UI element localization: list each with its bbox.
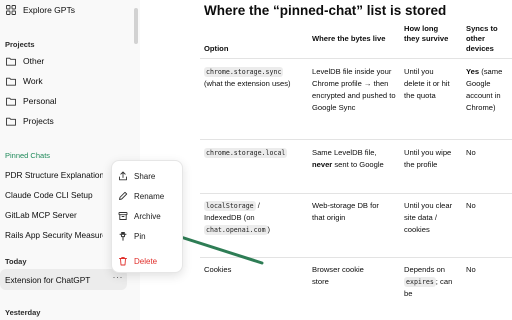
inline-code: chrome.storage.local [204, 148, 288, 158]
inline-code: expires [404, 277, 436, 287]
projects-heading: Projects [5, 40, 35, 49]
folder-icon [6, 116, 16, 126]
table-cell-where: Browser cookie store [312, 265, 364, 286]
cell-text: (what the extension uses) [204, 79, 291, 88]
table-cell-how-long: Until you wipe the profile [404, 148, 452, 169]
table-cell-where: Web-storage DB for that origin [312, 201, 379, 222]
sidebar-item-explore-gpts[interactable]: Explore GPTs [0, 0, 140, 20]
sidebar-item-label: Personal [23, 96, 57, 106]
inline-code: chrome.storage.sync [204, 67, 284, 77]
folder-icon [6, 76, 16, 86]
trash-icon [118, 256, 128, 266]
chat-context-menu: Share Rename Archive Pin Delete [111, 160, 183, 273]
pencil-icon [118, 191, 128, 201]
inline-code: chat.openai.com [204, 225, 268, 235]
table-divider [200, 139, 512, 140]
share-icon [118, 171, 128, 181]
pinned-chat-item[interactable]: PDR Structure Explanation [5, 170, 103, 180]
table-cell-syncs: No [466, 148, 476, 157]
menu-item-delete[interactable]: Delete [118, 254, 157, 268]
sidebar-item-label: Work [23, 76, 43, 86]
yesterday-heading: Yesterday [5, 308, 41, 317]
table-divider [200, 58, 512, 59]
menu-item-label: Rename [134, 191, 165, 201]
pin-icon [118, 231, 128, 241]
today-heading: Today [5, 257, 27, 266]
archive-icon [118, 211, 128, 221]
sidebar-item-project-other[interactable]: Other [0, 51, 140, 71]
sidebar-item-label: Projects [23, 116, 54, 126]
chat-item-label: Extension for ChatGPT [5, 275, 91, 285]
menu-item-share[interactable]: Share [118, 169, 155, 183]
table-cell-option: Cookies [204, 265, 232, 274]
menu-item-pin[interactable]: Pin [118, 229, 146, 243]
folder-icon [6, 56, 16, 66]
menu-item-label: Pin [134, 231, 146, 241]
sidebar-item-label: Other [23, 56, 45, 66]
sidebar-item-project-projects[interactable]: Projects [0, 111, 140, 131]
sidebar-item-project-work[interactable]: Work [0, 71, 140, 91]
menu-item-rename[interactable]: Rename [118, 189, 164, 203]
column-header-option: Option [204, 44, 229, 53]
table-divider [200, 193, 512, 194]
column-header-syncs: Syncs to other devices [466, 24, 498, 53]
table-cell-how-long: Depends on expires; can be [404, 264, 454, 300]
table-cell-how-long: Until you delete it or hit the quota [404, 67, 450, 100]
scrollbar-thumb[interactable] [134, 8, 138, 44]
pinned-chat-item[interactable]: GitLab MCP Server [5, 210, 103, 220]
cell-bold: never [312, 160, 333, 169]
column-header-how-long: How long they survive [404, 24, 449, 43]
table-cell-how-long: Until you clear site data / cookies [404, 201, 453, 234]
menu-item-archive[interactable]: Archive [118, 209, 161, 223]
more-options-icon[interactable]: ··· [113, 272, 124, 282]
table-cell-option: chrome.storage.local [204, 147, 304, 159]
folder-icon [6, 96, 16, 106]
table-cell-option: chrome.storage.sync (what the extension … [204, 66, 294, 90]
table-cell-option: localStorage / IndexedDB (on chat.openai… [204, 200, 288, 236]
cell-text: Same LevelDB file, [312, 148, 377, 157]
pinned-chat-item[interactable]: Claude Code CLI Setup [5, 190, 103, 200]
chat-item-active[interactable]: Extension for ChatGPT ··· [0, 269, 127, 290]
cell-bold: Yes [466, 67, 480, 76]
sidebar-item-label: Explore GPTs [23, 5, 75, 15]
pinned-chats-heading: Pinned Chats [5, 151, 51, 160]
column-header-where: Where the bytes live [312, 34, 386, 43]
pinned-chat-item[interactable]: Rails App Security Measures [5, 230, 103, 240]
cell-text: sent to Google [332, 160, 384, 169]
cell-text: Depends on [404, 265, 445, 274]
cell-text: ; [435, 277, 438, 286]
table-cell-syncs: No [466, 201, 476, 210]
table-cell-syncs: No [466, 265, 476, 274]
sidebar-item-project-personal[interactable]: Personal [0, 91, 140, 111]
menu-item-label: Archive [134, 211, 161, 221]
table-cell-syncs: Yes (same Google account in Chrome) [466, 66, 512, 114]
table-cell-where: LevelDB file inside your Chrome profile … [312, 67, 396, 112]
table-divider [200, 257, 512, 258]
cell-text: ) [267, 225, 271, 234]
menu-item-label: Share [134, 171, 156, 181]
table-cell-where: Same LevelDB file, never sent to Google [312, 147, 394, 171]
menu-item-label: Delete [134, 256, 158, 266]
inline-code: localStorage [204, 201, 256, 211]
grid-icon [6, 5, 16, 15]
section-heading: Where the “pinned-chat” list is stored [204, 3, 447, 18]
